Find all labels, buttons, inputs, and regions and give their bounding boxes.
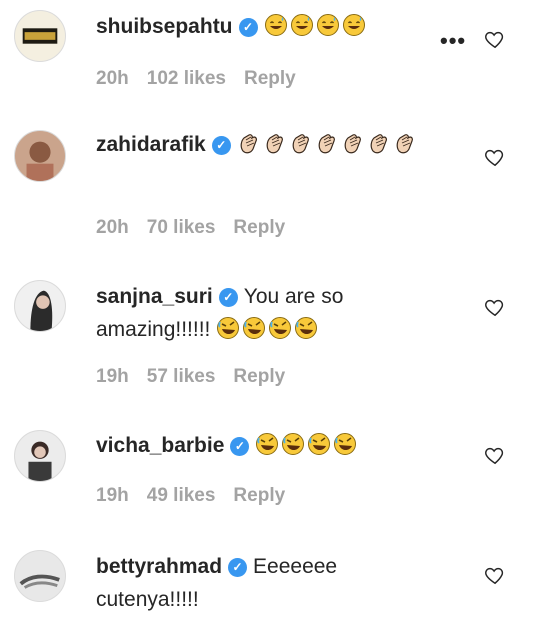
clap-emoji xyxy=(240,134,257,154)
reply-button[interactable]: Reply xyxy=(244,68,296,89)
username[interactable]: shuibsepahtu xyxy=(96,15,233,38)
timestamp: 19h xyxy=(96,366,129,387)
timestamp: 20h xyxy=(96,68,129,89)
clap-emoji xyxy=(292,134,309,154)
clap-emoji xyxy=(318,134,335,154)
comment-meta: 19h 57 likes Reply xyxy=(96,366,303,388)
heart-icon[interactable] xyxy=(484,296,506,318)
heart-icon[interactable] xyxy=(484,28,506,50)
grin-sweat-emoji xyxy=(342,14,365,36)
rofl-emoji xyxy=(243,317,266,339)
clap-emoji xyxy=(396,134,413,154)
rofl-emoji xyxy=(295,317,318,339)
more-options-icon[interactable]: ••• xyxy=(440,28,466,54)
emoji-group xyxy=(216,317,320,341)
rofl-emoji xyxy=(256,433,279,455)
comment-text: sanjna_suri ✓ You are so amazing!!!!!! xyxy=(96,280,436,346)
grin-sweat-emoji xyxy=(264,14,287,36)
clap-emoji xyxy=(266,134,283,154)
verified-badge-icon: ✓ xyxy=(211,136,231,155)
verified-badge-icon: ✓ xyxy=(230,437,250,456)
comment-meta: 19h 49 likes Reply xyxy=(96,485,303,507)
emoji-group xyxy=(255,433,359,457)
rofl-emoji xyxy=(282,433,305,455)
username[interactable]: vicha_barbie xyxy=(96,434,224,457)
reply-button[interactable]: Reply xyxy=(233,217,285,238)
clap-emoji xyxy=(344,134,361,154)
verified-badge-icon: ✓ xyxy=(238,18,258,37)
timestamp: 19h xyxy=(96,485,129,506)
comment-text: bettyrahmad ✓ Eeeeeee cutenya!!!!! xyxy=(96,550,436,616)
likes-count[interactable]: 49 likes xyxy=(147,485,216,506)
avatar[interactable] xyxy=(14,10,66,62)
comment-meta: 20h 70 likes Reply xyxy=(96,217,303,239)
comment-text: shuibsepahtu ✓ xyxy=(96,10,436,43)
grin-sweat-emoji xyxy=(316,14,339,36)
verified-badge-icon: ✓ xyxy=(218,288,238,307)
reply-button[interactable]: Reply xyxy=(233,366,285,387)
heart-icon[interactable] xyxy=(484,564,506,586)
heart-icon[interactable] xyxy=(484,146,506,168)
heart-icon[interactable] xyxy=(484,444,506,466)
rofl-emoji xyxy=(269,317,292,339)
verified-badge-icon: ✓ xyxy=(228,558,248,577)
emoji-group xyxy=(264,14,368,38)
rofl-emoji xyxy=(308,433,331,455)
avatar[interactable] xyxy=(14,280,66,332)
avatar[interactable] xyxy=(14,430,66,482)
likes-count[interactable]: 102 likes xyxy=(147,68,226,89)
timestamp: 20h xyxy=(96,217,129,238)
username[interactable]: bettyrahmad xyxy=(96,555,222,578)
reply-button[interactable]: Reply xyxy=(233,485,285,506)
avatar[interactable] xyxy=(14,130,66,182)
emoji-group xyxy=(237,133,419,156)
grin-sweat-emoji xyxy=(290,14,313,36)
clap-emoji xyxy=(370,134,387,154)
avatar[interactable] xyxy=(14,550,66,602)
likes-count[interactable]: 57 likes xyxy=(147,366,216,387)
likes-count[interactable]: 70 likes xyxy=(147,217,216,238)
rofl-emoji xyxy=(217,317,240,339)
username[interactable]: zahidarafik xyxy=(96,133,206,156)
comment-text: vicha_barbie ✓ xyxy=(96,429,436,462)
comment-meta: 20h 102 likes Reply xyxy=(96,68,314,90)
username[interactable]: sanjna_suri xyxy=(96,285,213,308)
comment-text: zahidarafik ✓ xyxy=(96,128,436,161)
rofl-emoji xyxy=(334,433,357,455)
